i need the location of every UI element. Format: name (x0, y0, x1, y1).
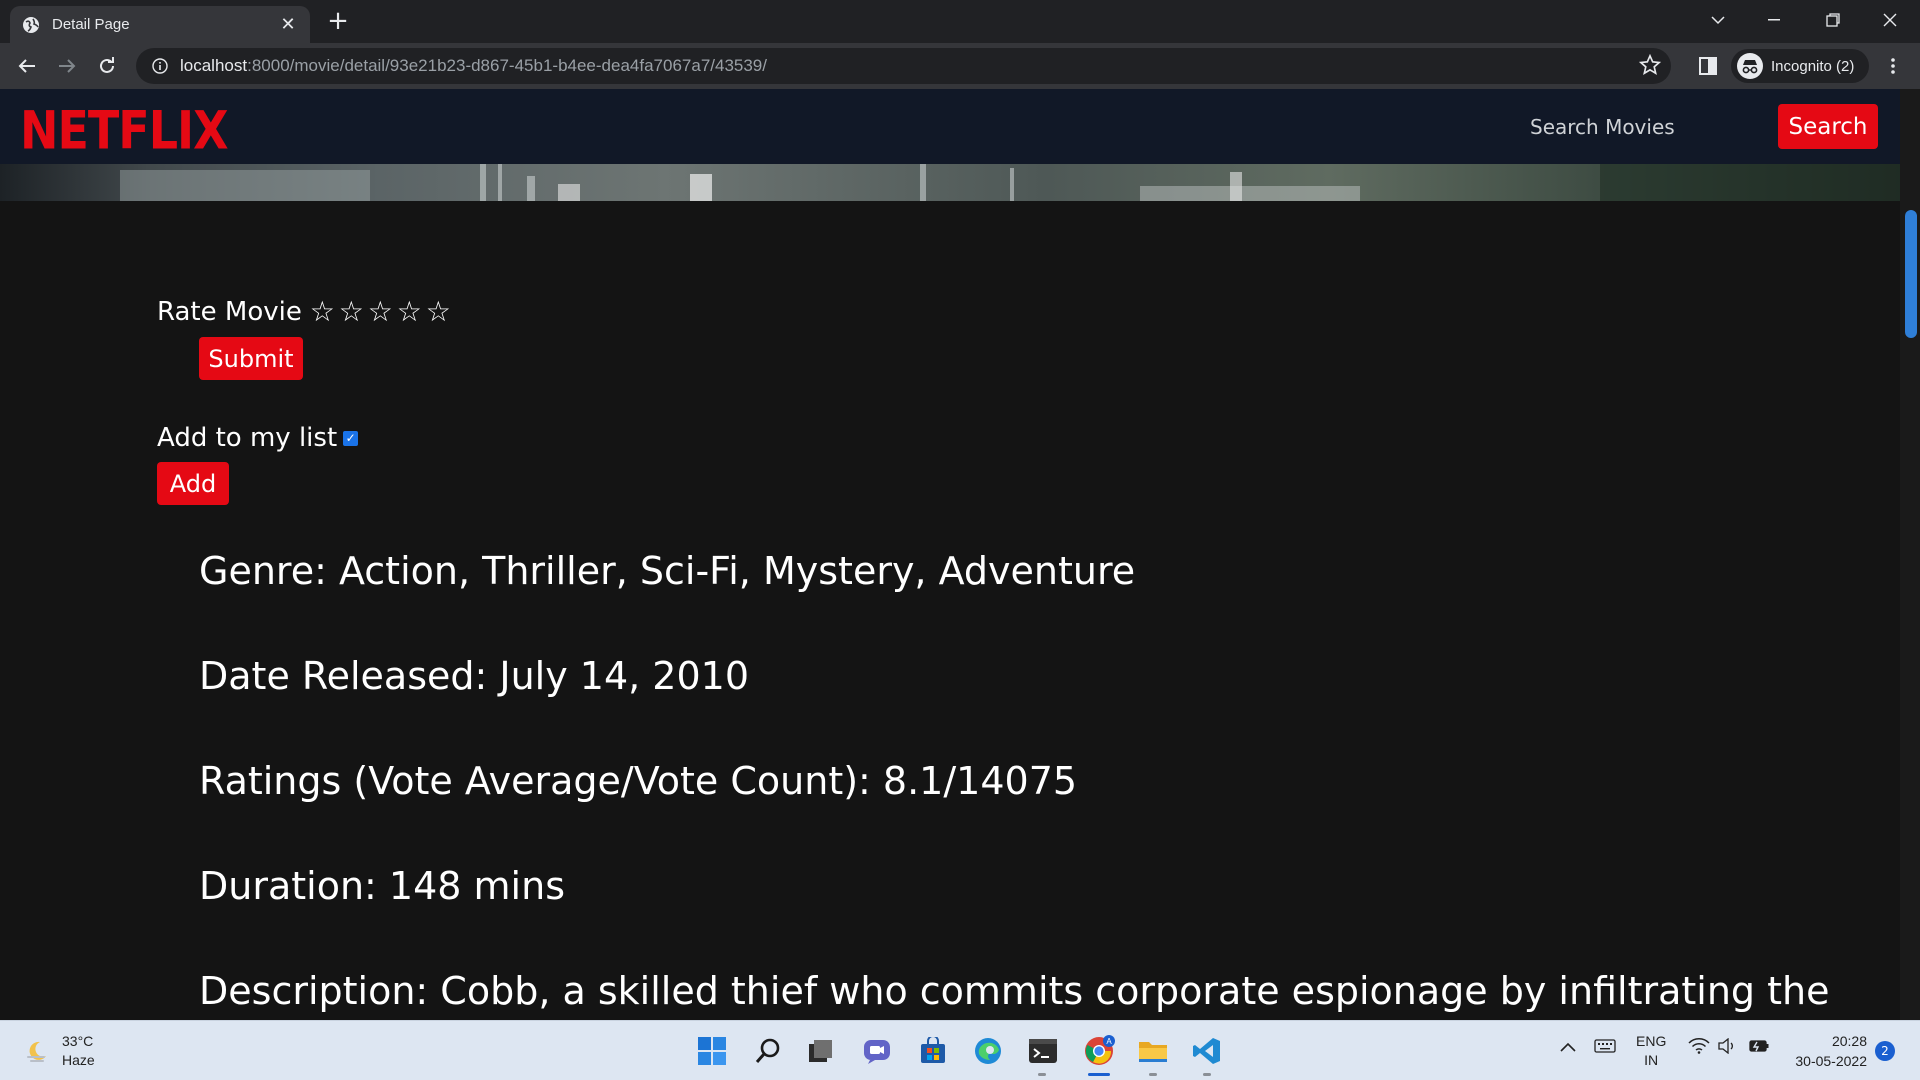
clock-time: 20:28 (1831, 1033, 1867, 1049)
star-icon[interactable]: ☆ (337, 298, 366, 326)
movie-detail-content: Rate Movie ☆ ☆ ☆ ☆ ☆ Submit Add to my li… (0, 201, 1900, 1020)
incognito-profile-button[interactable]: Incognito (2) (1731, 49, 1869, 83)
chrome-active-indicator (1088, 1073, 1110, 1076)
page-scrollbar[interactable] (1900, 89, 1920, 1020)
new-tab-button[interactable]: + (323, 6, 353, 36)
globe-icon (22, 16, 40, 34)
terminal-icon[interactable] (1026, 1034, 1060, 1068)
wifi-icon[interactable] (1688, 1038, 1710, 1057)
movie-backdrop-image (0, 164, 1900, 201)
url-path: :8000/movie/detail/93e21b23-d867-45b1-b4… (247, 56, 767, 75)
star-icon[interactable]: ☆ (366, 298, 395, 326)
profile-label: Incognito (2) (1771, 57, 1855, 75)
clock-date: 30-05-2022 (1795, 1053, 1867, 1069)
rate-movie-row: Rate Movie ☆ ☆ ☆ ☆ ☆ (157, 297, 453, 327)
weather-temp: 33°C (62, 1033, 94, 1049)
close-tab-icon[interactable]: ✕ (278, 14, 298, 35)
region-code: IN (1644, 1052, 1659, 1068)
browser-tab-bar: Detail Page ✕ + (0, 0, 1920, 43)
address-bar[interactable]: localhost:8000/movie/detail/93e21b23-d86… (136, 48, 1671, 84)
reload-icon[interactable] (92, 51, 122, 81)
minimize-button[interactable] (1746, 0, 1802, 40)
web-page: NETFLIX Search Rate Movie ☆ ☆ ☆ ☆ ☆ Subm… (0, 89, 1920, 1020)
netflix-logo[interactable]: NETFLIX (20, 99, 229, 161)
windows-taskbar: 33°C Haze A ENG IN 20:28 30-05-2022 2 (0, 1020, 1920, 1080)
rate-movie-label: Rate Movie (157, 297, 302, 327)
star-icon[interactable]: ☆ (395, 298, 424, 326)
system-clock[interactable]: 20:28 30-05-2022 (1780, 1031, 1867, 1071)
weather-widget[interactable]: 33°C Haze (24, 1032, 95, 1070)
weather-desc: Haze (62, 1052, 95, 1068)
explorer-running-indicator (1149, 1073, 1157, 1076)
genre-text: Genre: Action, Thriller, Sci-Fi, Mystery… (199, 549, 1136, 593)
battery-icon[interactable] (1748, 1038, 1770, 1057)
restore-button[interactable] (1805, 0, 1861, 40)
site-info-icon[interactable] (152, 58, 168, 74)
tab-search-icon[interactable] (1690, 0, 1746, 40)
file-explorer-icon[interactable] (1136, 1034, 1170, 1068)
release-date-text: Date Released: July 14, 2010 (199, 654, 750, 698)
tab-title: Detail Page (52, 16, 130, 33)
search-input[interactable] (1528, 107, 1758, 147)
url-host: localhost (180, 56, 248, 75)
add-to-list-button[interactable]: Add (157, 462, 229, 505)
my-list-label: Add to my list (157, 423, 338, 453)
vscode-running-indicator (1203, 1073, 1211, 1076)
ratings-text: Ratings (Vote Average/Vote Count): 8.1/1… (199, 759, 1078, 803)
close-window-button[interactable] (1862, 0, 1918, 40)
duration-text: Duration: 148 mins (199, 864, 565, 908)
submit-rating-button[interactable]: Submit (199, 337, 303, 380)
language-code: ENG (1636, 1033, 1667, 1049)
star-icon[interactable]: ☆ (308, 298, 337, 326)
star-icon[interactable]: ☆ (424, 298, 453, 326)
search-icon[interactable] (751, 1034, 785, 1068)
windows-start-icon[interactable] (695, 1034, 729, 1068)
my-list-row: Add to my list ✓ (157, 423, 359, 453)
site-navbar: NETFLIX Search (0, 89, 1900, 164)
incognito-icon (1737, 53, 1763, 79)
my-list-checkbox[interactable]: ✓ (343, 430, 359, 446)
teams-chat-icon[interactable] (860, 1034, 894, 1068)
keyboard-icon[interactable] (1594, 1039, 1616, 1056)
edge-browser-icon[interactable] (971, 1034, 1005, 1068)
microsoft-store-icon[interactable] (916, 1034, 950, 1068)
side-panel-icon[interactable] (1693, 51, 1723, 81)
search-button[interactable]: Search (1778, 104, 1878, 149)
moon-haze-icon (24, 1038, 50, 1064)
vscode-icon[interactable] (1190, 1034, 1224, 1068)
notification-badge[interactable]: 2 (1875, 1041, 1895, 1061)
description-text: Description: Cobb, a skilled thief who c… (199, 969, 1830, 1013)
forward-arrow-icon[interactable] (52, 51, 82, 81)
chevron-up-icon[interactable] (1560, 1039, 1576, 1055)
kebab-menu-icon[interactable] (1878, 51, 1908, 81)
browser-tab[interactable]: Detail Page ✕ (10, 6, 310, 43)
task-view-icon[interactable] (804, 1034, 838, 1068)
input-language[interactable]: ENG IN (1636, 1032, 1666, 1070)
bookmark-star-icon[interactable] (1638, 53, 1662, 80)
star-rating[interactable]: ☆ ☆ ☆ ☆ ☆ (308, 298, 453, 326)
back-arrow-icon[interactable] (12, 51, 42, 81)
volume-icon[interactable] (1718, 1037, 1738, 1057)
scrollbar-thumb[interactable] (1905, 210, 1917, 338)
browser-toolbar: localhost:8000/movie/detail/93e21b23-d86… (0, 43, 1920, 89)
terminal-running-indicator (1038, 1073, 1046, 1076)
chrome-icon[interactable]: A (1082, 1034, 1116, 1068)
svg-text:A: A (1106, 1037, 1112, 1046)
